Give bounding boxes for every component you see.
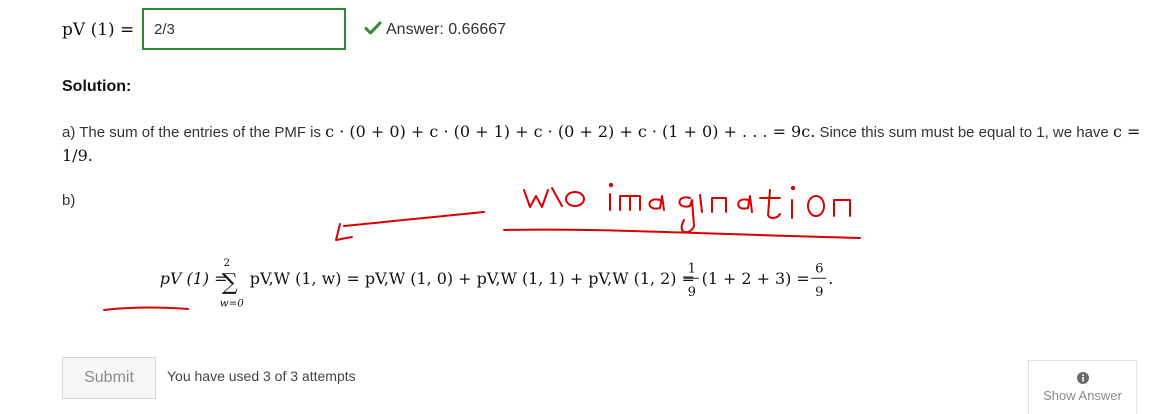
eq-frac2-den: 9 — [815, 285, 823, 300]
part-a-middle: Since this sum must be equal to 1, we ha… — [819, 124, 1109, 141]
part-a-math: c · (0 + 0) + c · (0 + 1) + c · (0 + 2) … — [325, 122, 816, 141]
pmf-equation: pV (1) = 2 ∑ w=0 pV,W (1, w) = pV,W (1, … — [160, 257, 834, 309]
eq-end: . — [828, 269, 833, 288]
eq-frac2-num: 6 — [815, 262, 823, 277]
answer-input-value: 2/3 — [154, 20, 175, 38]
annotation-arrow-shaft — [343, 211, 485, 227]
eq-frac1-num: 1 — [688, 262, 696, 277]
annotation-underline-text — [503, 228, 861, 239]
annotation-letter-o2 — [807, 195, 825, 217]
annotation-letter-t — [759, 189, 781, 219]
annotation-letter-a — [648, 195, 665, 211]
answer-feedback: Answer: 0.66667 — [386, 21, 507, 38]
eq-body: pV,W (1, w) = pV,W (1, 0) + pV,W (1, 1) … — [250, 269, 695, 288]
eq-lhs: pV (1) = — [160, 269, 228, 288]
sum-symbol: ∑ — [222, 270, 238, 296]
show-answer-button[interactable]: Show Answer — [1028, 360, 1137, 414]
annotation-dot-i1 — [608, 182, 614, 188]
annotation-letter-slash — [551, 187, 563, 207]
checkmark-icon — [364, 21, 382, 35]
annotation-letter-o — [565, 191, 585, 207]
eq-paren: (1 + 2 + 3) = — [702, 269, 810, 288]
annotation-letter-a2 — [737, 195, 753, 213]
eq-frac1-den: 9 — [688, 285, 696, 300]
annotation-letter-n — [711, 197, 727, 213]
show-answer-label: Show Answer — [1043, 388, 1122, 403]
answer-input[interactable]: 2/3 — [142, 8, 346, 50]
question-lhs-text: pV (1) = — [62, 20, 135, 40]
annotation-dot-i3 — [790, 185, 796, 191]
annotation-letter-m — [619, 195, 641, 211]
annotation-letter-g — [678, 196, 695, 234]
part-a-prefix: a) The sum of the entries of the PMF is — [62, 124, 321, 141]
annotation-letter-i2 — [699, 194, 703, 213]
attempts-text: You have used 3 of 3 attempts — [167, 368, 356, 384]
solution-heading: Solution: — [62, 78, 132, 95]
annotation-letter-w — [523, 189, 549, 208]
question-lhs: pV (1) = — [62, 8, 134, 52]
red-annotation — [103, 182, 861, 311]
solution-part-a: a) The sum of the entries of the PMF is … — [62, 120, 1142, 168]
submit-button[interactable]: Submit — [62, 357, 156, 399]
eq-sum-lower: w=0 — [220, 297, 244, 309]
solution-part-b-label: b) — [62, 192, 76, 209]
annotation-letter-n2 — [833, 199, 851, 217]
annotation-arrow-head — [335, 223, 353, 241]
info-icon — [1076, 372, 1089, 384]
eq-sum-upper: 2 — [224, 257, 231, 269]
